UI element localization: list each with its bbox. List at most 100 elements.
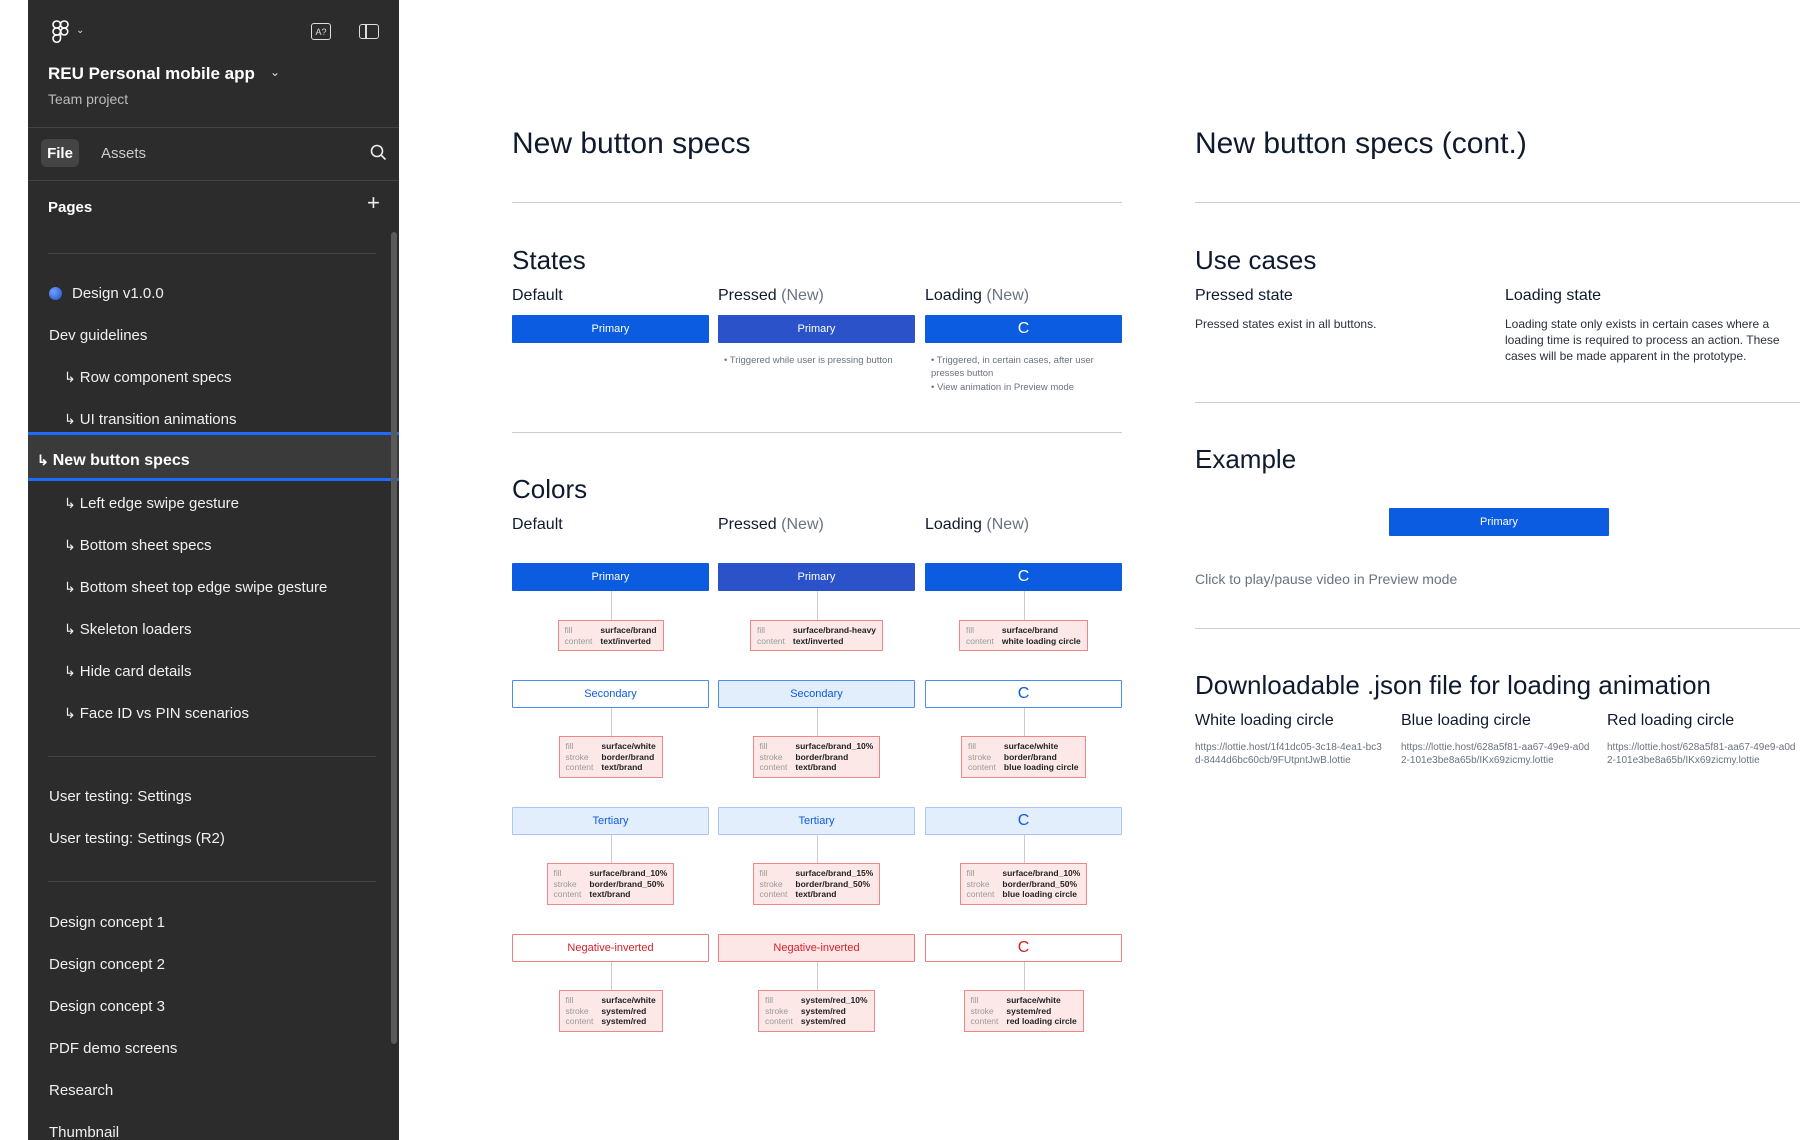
tab-assets[interactable]: Assets bbox=[101, 145, 146, 162]
tab-file[interactable]: File bbox=[41, 139, 79, 167]
download-url-link[interactable]: https://lottie.host/1f41dc05-3c18-4ea1-b… bbox=[1195, 741, 1387, 767]
page-item[interactable]: Thumbnail bbox=[49, 1124, 119, 1140]
token-key: fill bbox=[565, 741, 574, 751]
text-style-icon[interactable]: A? bbox=[311, 23, 331, 40]
color-spec-button[interactable]: Secondary bbox=[512, 680, 709, 708]
page-item-label: PDF demo screens bbox=[49, 1040, 178, 1057]
color-spec-button[interactable]: Secondary bbox=[718, 680, 915, 708]
state-primary-pressed-button[interactable]: Primary bbox=[718, 315, 915, 343]
subpage-arrow-icon: ↳ bbox=[64, 663, 76, 679]
state-primary-loading-button[interactable]: C bbox=[925, 315, 1122, 343]
new-tag: (New) bbox=[781, 516, 824, 533]
token-key: content bbox=[565, 762, 594, 772]
loading-state-body: Loading state only exists in certain cas… bbox=[1505, 317, 1780, 363]
token-key: fill bbox=[968, 741, 977, 751]
page-item[interactable]: Design concept 1 bbox=[49, 914, 165, 931]
chevron-down-icon[interactable]: ⌄ bbox=[76, 25, 84, 36]
page-item[interactable]: Design concept 2 bbox=[49, 956, 165, 973]
token-value: system/red_10% bbox=[800, 995, 868, 1005]
page-item-label: Design concept 2 bbox=[49, 956, 165, 973]
download-url-link[interactable]: https://lottie.host/628a5f81-aa67-49e9-a… bbox=[1607, 741, 1799, 767]
loading-spinner-icon: C bbox=[1017, 568, 1030, 585]
token-key: content bbox=[968, 762, 996, 772]
color-spec-button[interactable]: Negative-inverted bbox=[512, 934, 709, 962]
token-key: content bbox=[757, 635, 785, 646]
loading-button[interactable]: C bbox=[925, 563, 1122, 591]
token-key: fill bbox=[765, 995, 774, 1005]
pressed-state-heading: Pressed state bbox=[1195, 287, 1293, 304]
sidebar-toggle-icon[interactable] bbox=[359, 24, 379, 39]
token-value: red loading circle bbox=[1006, 1016, 1077, 1026]
pressed-note: • Triggered while user is pressing butto… bbox=[724, 355, 893, 366]
token-value: system/red bbox=[800, 1005, 846, 1016]
page-item[interactable]: ↳ Skeleton loaders bbox=[64, 621, 191, 638]
token-values: surface/brand text/inverted bbox=[600, 625, 656, 646]
pressed-label: Pressed bbox=[718, 287, 777, 304]
divider bbox=[48, 881, 376, 882]
download-url-link[interactable]: https://lottie.host/628a5f81-aa67-49e9-a… bbox=[1401, 741, 1593, 767]
token-keys: fill stroke content bbox=[765, 995, 793, 1027]
token-key: stroke bbox=[759, 751, 783, 762]
token-key: fill bbox=[564, 625, 573, 635]
add-page-icon[interactable]: + bbox=[367, 192, 380, 214]
page-item-label: Dev guidelines bbox=[49, 327, 148, 344]
figma-logo-icon[interactable] bbox=[52, 20, 70, 49]
page-item[interactable]: ↳ Hide card details bbox=[64, 663, 191, 680]
connector-line bbox=[610, 962, 612, 990]
loading-note-text: View animation in Preview mode bbox=[936, 382, 1075, 393]
page-item-label: UI transition animations bbox=[79, 411, 237, 428]
subpage-arrow-icon: ↳ bbox=[64, 705, 76, 721]
loading-button[interactable]: C bbox=[925, 680, 1122, 708]
example-primary-button[interactable]: Primary bbox=[1389, 508, 1609, 536]
token-keys: fill content bbox=[565, 625, 593, 646]
subpage-arrow-icon: ↳ bbox=[64, 495, 76, 511]
connector-line bbox=[1023, 708, 1025, 736]
token-values: surface/brand_10% border/brand_50% blue lo… bbox=[1002, 868, 1080, 900]
page-item[interactable]: PDF demo screens bbox=[49, 1040, 177, 1057]
project-name[interactable]: REU Personal mobile app bbox=[48, 64, 255, 84]
token-key: content bbox=[759, 762, 788, 772]
col-loading-label: Loading (New) bbox=[925, 516, 1029, 534]
page-item[interactable]: Dev guidelines bbox=[49, 327, 147, 344]
loading-button[interactable]: C bbox=[925, 807, 1122, 835]
page-item[interactable]: Design v1.0.0 bbox=[49, 285, 164, 302]
token-value: surface/brand_10% bbox=[1002, 868, 1081, 878]
sidebar-scrollbar[interactable] bbox=[391, 232, 397, 1044]
col-default-label: Default bbox=[512, 516, 563, 533]
state-primary-default-button[interactable]: Primary bbox=[512, 315, 709, 343]
color-spec-button[interactable]: Tertiary bbox=[718, 807, 915, 835]
token-value: surface/brand_10% bbox=[589, 868, 668, 878]
color-spec-button[interactable]: Negative-inverted bbox=[718, 934, 915, 962]
token-value: system/red bbox=[601, 1016, 647, 1026]
page-item[interactable]: ↳ Bottom sheet top edge swipe gesture bbox=[64, 579, 327, 596]
page-item[interactable]: Design concept 3 bbox=[49, 998, 165, 1015]
project-menu-chevron-icon[interactable]: ⌄ bbox=[270, 65, 280, 79]
loading-label: Loading bbox=[925, 287, 982, 304]
token-spec-box: fill stroke content system/red_10% system/re… bbox=[758, 990, 875, 1032]
color-spec-button[interactable]: Primary bbox=[718, 563, 915, 591]
page-item[interactable]: ↳ Face ID vs PIN scenarios bbox=[64, 705, 249, 722]
page-item-label: Research bbox=[49, 1082, 114, 1099]
token-value: border/brand bbox=[1003, 751, 1057, 762]
page-item[interactable]: ↳ UI transition animations bbox=[64, 411, 236, 428]
loading-button[interactable]: C bbox=[925, 934, 1122, 962]
new-tag: (New) bbox=[986, 287, 1030, 304]
connector-line bbox=[610, 591, 612, 620]
page-item[interactable]: User testing: Settings bbox=[49, 788, 192, 805]
search-icon[interactable] bbox=[370, 144, 387, 166]
color-spec-button[interactable]: Tertiary bbox=[512, 807, 709, 835]
page-item[interactable]: User testing: Settings (R2) bbox=[49, 830, 225, 847]
token-key: content bbox=[966, 889, 995, 899]
token-value: text/brand bbox=[795, 889, 837, 899]
page-item[interactable]: ↳ Bottom sheet specs bbox=[64, 537, 211, 554]
page-item-label: Design concept 3 bbox=[49, 998, 165, 1015]
token-key: content bbox=[565, 1016, 594, 1026]
page-item[interactable]: ↳ Left edge swipe gesture bbox=[64, 495, 239, 512]
color-spec-button[interactable]: Primary bbox=[512, 563, 709, 591]
token-spec-box: fill stroke content surface/white system/red… bbox=[963, 990, 1084, 1032]
page-item[interactable]: Research bbox=[49, 1082, 113, 1099]
page-item[interactable]: ↳ Row component specs bbox=[64, 369, 231, 386]
page-item[interactable]: ↳ New button specs bbox=[37, 452, 190, 470]
token-spec-box: fill stroke content surface/brand_10% border… bbox=[546, 863, 675, 905]
connector-line bbox=[1023, 835, 1025, 863]
